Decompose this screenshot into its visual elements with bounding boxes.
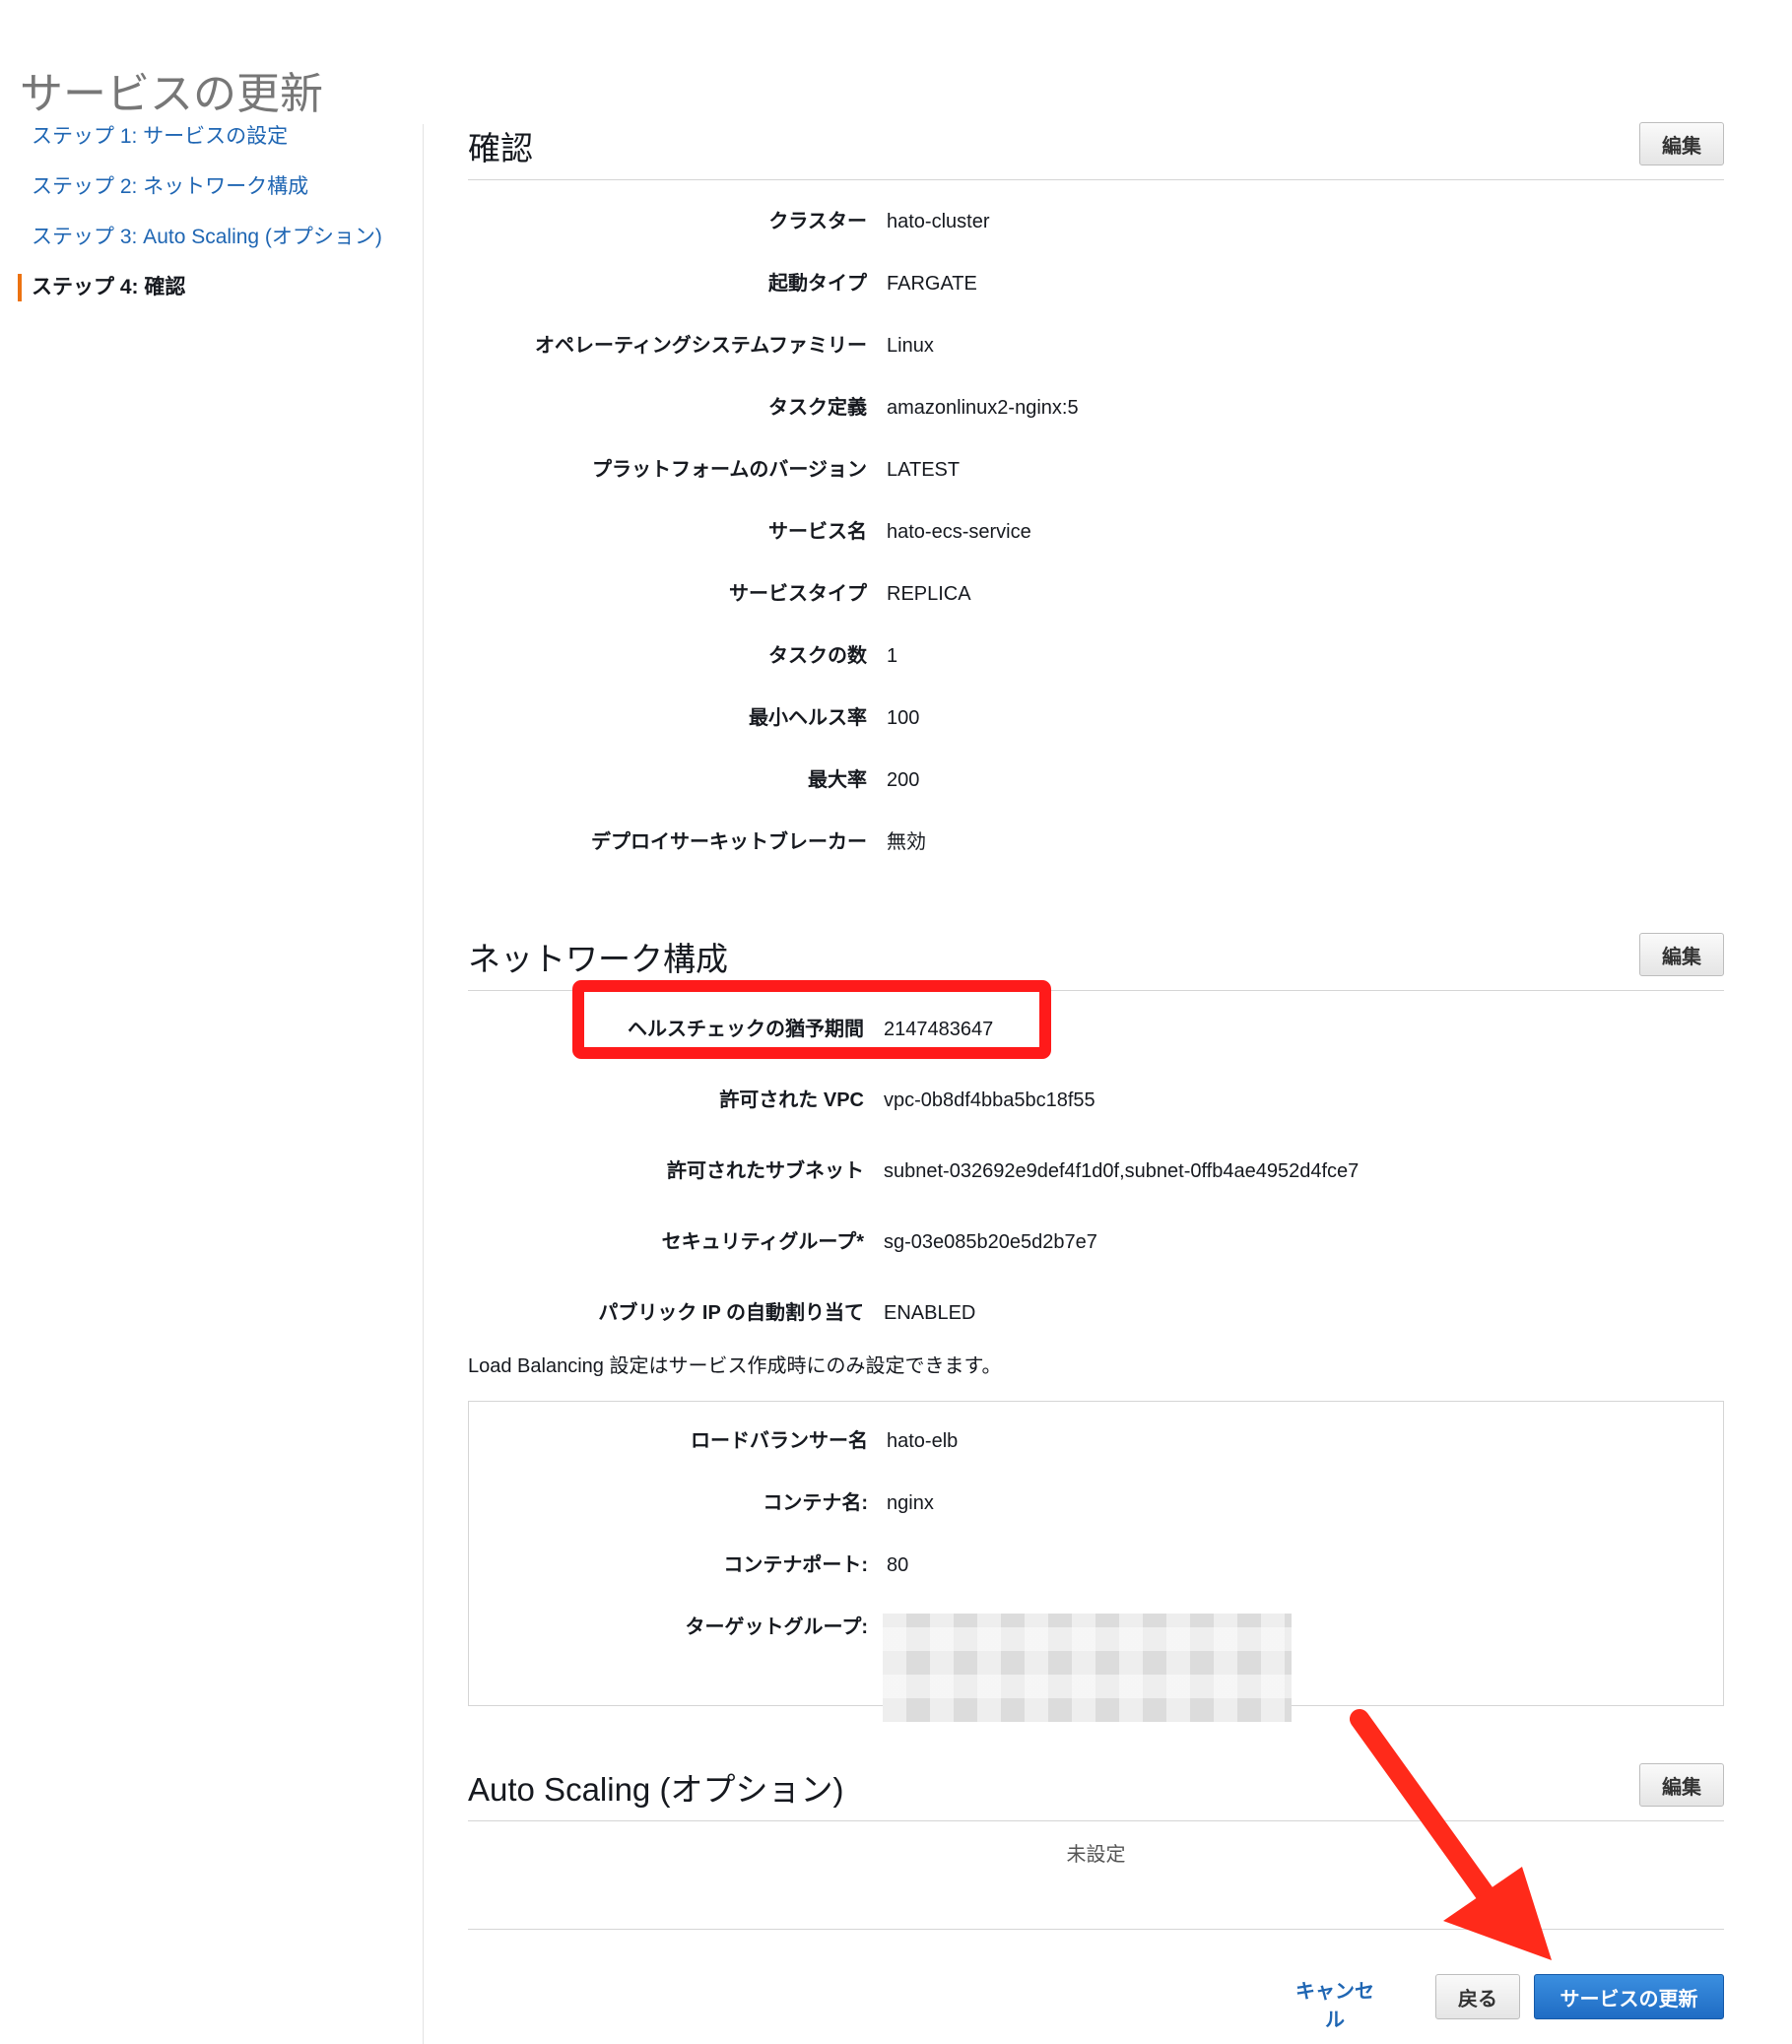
subnet-link[interactable]: subnet-032692e9def4f1d0f,subnet-0ffb4ae4… — [884, 1157, 1359, 1185]
detail-value: LATEST — [887, 459, 961, 481]
detail-row-launch-type: 起動タイプ FARGATE — [468, 270, 1724, 332]
detail-value: 200 — [887, 769, 920, 791]
detail-row-task-count: タスクの数 1 — [468, 642, 1724, 704]
detail-row-service-name: サービス名 hato-ecs-service — [468, 518, 1724, 580]
detail-value: 無効 — [887, 831, 926, 853]
cancel-button[interactable]: キャンセル — [1281, 1974, 1389, 2031]
page-title: サービスの更新 — [20, 70, 323, 119]
detail-row-service-type: サービスタイプ REPLICA — [468, 580, 1724, 642]
detail-key: 起動タイプ — [768, 273, 867, 295]
redacted-target-group — [883, 1614, 1292, 1722]
detail-value: nginx — [887, 1492, 934, 1514]
load-balancer-details: ロードバランサー名 hato-elb コンテナ名: nginx コンテナポート: 80… — [469, 1427, 1725, 1722]
detail-value: FARGATE — [887, 273, 977, 295]
detail-key: デプロイサーキットブレーカー — [591, 831, 867, 853]
detail-row-min-healthy: 最小ヘルス率 100 — [468, 704, 1724, 766]
detail-key: ロードバランサー名 — [691, 1430, 868, 1452]
step-4-current: ステップ 4: 確認 — [18, 274, 412, 324]
step-2-link[interactable]: ステップ 2: ネットワーク構成 — [18, 173, 412, 224]
detail-key: 許可された VPC — [719, 1089, 864, 1111]
detail-key: コンテナポート: — [723, 1554, 868, 1576]
detail-value: amazonlinux2-nginx:5 — [887, 397, 1079, 419]
detail-value: ENABLED — [884, 1302, 976, 1324]
detail-key: ターゲットグループ: — [685, 1616, 868, 1638]
security-group-link[interactable]: sg-03e085b20e5d2b7e7 — [884, 1228, 1097, 1256]
sidebar-divider — [423, 124, 424, 2044]
detail-key: サービスタイプ — [729, 583, 867, 605]
detail-key: クラスター — [768, 211, 867, 232]
detail-row-vpc: 許可された VPC vpc-0b8df4bba5bc18f55 — [468, 1087, 1724, 1157]
update-service-button[interactable]: サービスの更新 — [1534, 1974, 1724, 2019]
detail-value: 1 — [887, 645, 898, 667]
detail-value: hato-ecs-service — [887, 521, 1031, 543]
arrow-annotation-icon — [1350, 1709, 1552, 1960]
detail-value: 80 — [887, 1554, 909, 1576]
detail-value: 100 — [887, 707, 920, 729]
load-balancing-note: Load Balancing 設定はサービス作成時にのみ設定できます。 — [468, 1355, 1002, 1377]
autoscaling-edit-button[interactable]: 編集 — [1639, 1763, 1724, 1807]
vpc-link[interactable]: vpc-0b8df4bba5bc18f55 — [884, 1087, 1095, 1114]
step-3-link[interactable]: ステップ 3: Auto Scaling (オプション) — [18, 224, 412, 274]
detail-key: 最大率 — [808, 769, 867, 791]
detail-key: タスク定義 — [768, 397, 867, 419]
detail-row-security-group: セキュリティグループ* sg-03e085b20e5d2b7e7 — [468, 1228, 1724, 1299]
detail-key: コンテナ名: — [763, 1492, 868, 1514]
review-details: クラスター hato-cluster 起動タイプ FARGATE オペレーティングシ… — [468, 208, 1724, 890]
review-edit-button[interactable]: 編集 — [1639, 122, 1724, 165]
detail-row-cluster: クラスター hato-cluster — [468, 208, 1724, 270]
load-balancer-panel: ロードバランサー名 hato-elb コンテナ名: nginx コンテナポート: 80… — [468, 1401, 1725, 1722]
detail-row-task-definition: タスク定義 amazonlinux2-nginx:5 — [468, 394, 1724, 456]
detail-row-container-port: コンテナポート: 80 — [469, 1551, 1725, 1614]
detail-row-os-family: オペレーティングシステムファミリー Linux — [468, 332, 1724, 394]
detail-value: REPLICA — [887, 583, 971, 605]
detail-key: 最小ヘルス率 — [749, 707, 867, 729]
detail-key: オペレーティングシステムファミリー — [535, 335, 867, 357]
review-section-header: 確認 編集 — [468, 122, 1724, 180]
highlight-annotation-box — [572, 980, 1051, 1059]
detail-row-target-group: ターゲットグループ: — [469, 1614, 1725, 1722]
detail-key: サービス名 — [768, 521, 867, 543]
detail-key: パブリック IP の自動割り当て — [598, 1302, 864, 1324]
detail-row-lb-name: ロードバランサー名 hato-elb — [469, 1427, 1725, 1489]
detail-key: タスクの数 — [768, 645, 867, 667]
network-edit-button[interactable]: 編集 — [1639, 933, 1724, 976]
detail-value: hato-cluster — [887, 211, 990, 232]
detail-key: セキュリティグループ* — [661, 1231, 864, 1253]
detail-row-subnets: 許可されたサブネット subnet-032692e9def4f1d0f,subne… — [468, 1157, 1724, 1228]
detail-row-platform-version: プラットフォームのバージョン LATEST — [468, 456, 1724, 518]
network-details: ヘルスチェックの猶予期間 2147483647 許可された VPC vpc-0b8d… — [468, 1016, 1724, 1370]
detail-row-circuit-breaker: デプロイサーキットブレーカー 無効 — [468, 828, 1724, 890]
detail-value: Linux — [887, 335, 934, 357]
step-1-link[interactable]: ステップ 1: サービスの設定 — [18, 123, 412, 173]
detail-key: 許可されたサブネット — [667, 1160, 864, 1182]
autoscaling-section-title: Auto Scaling (オプション) — [468, 1771, 844, 1808]
back-button[interactable]: 戻る — [1435, 1974, 1520, 2019]
review-section-title: 確認 — [468, 130, 533, 166]
detail-row-container-name: コンテナ名: nginx — [469, 1489, 1725, 1551]
network-section-title: ネットワーク構成 — [468, 941, 728, 977]
detail-value: hato-elb — [887, 1430, 959, 1452]
detail-row-max-percent: 最大率 200 — [468, 766, 1724, 828]
detail-key: プラットフォームのバージョン — [592, 459, 867, 481]
wizard-steps: ステップ 1: サービスの設定 ステップ 2: ネットワーク構成 ステップ 3:… — [18, 123, 412, 324]
